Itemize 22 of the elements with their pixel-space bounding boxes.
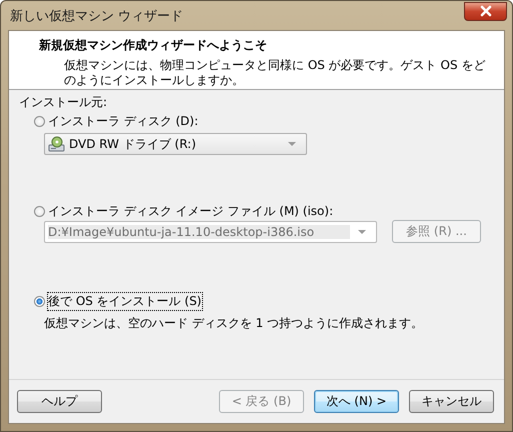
- wizard-description: 仮想マシンには、物理コンピュータと同様に OS が必要です。ゲスト OS をどのようにインストールしますか。: [63, 58, 486, 88]
- wizard-button[interactable]: キャンセル: [409, 390, 494, 413]
- dropdown-arrow-icon: [288, 142, 296, 146]
- radio-button[interactable]: [34, 116, 45, 126]
- dropdown-value: D:¥Image¥ubuntu-ja-11.10-desktop-i386.iso: [48, 225, 350, 239]
- wizard-heading: 新規仮想マシン作成ウィザードへようこそ: [39, 37, 268, 54]
- dropdown-field[interactable]: DVD RW ドライブ (R:): [44, 133, 307, 155]
- radio-label[interactable]: インストーラ ディスク (D):: [48, 112, 198, 130]
- window-title: 新しい仮想マシン ウィザード: [9, 8, 184, 24]
- radio-label[interactable]: インストーラ ディスク イメージ ファイル (M) (iso):: [48, 202, 334, 220]
- option-note: 仮想マシンは、空のハード ディスクを 1 つ持つように作成されます。: [43, 315, 424, 332]
- dropdown-value: DVD RW ドライブ (R:): [69, 136, 198, 152]
- wizard-button[interactable]: ヘルプ: [17, 390, 102, 413]
- section-label: インストール元:: [19, 94, 108, 111]
- disc-drive-icon: [48, 136, 65, 152]
- radio-label[interactable]: 後で OS をインストール (S): [48, 292, 202, 310]
- dropdown-arrow-icon: [358, 230, 366, 234]
- wizard-button[interactable]: 次へ (N) >: [314, 390, 399, 413]
- radio-button[interactable]: [34, 206, 45, 216]
- close-button[interactable]: [464, 2, 507, 20]
- radio-button[interactable]: [34, 296, 45, 306]
- close-icon: [478, 5, 492, 17]
